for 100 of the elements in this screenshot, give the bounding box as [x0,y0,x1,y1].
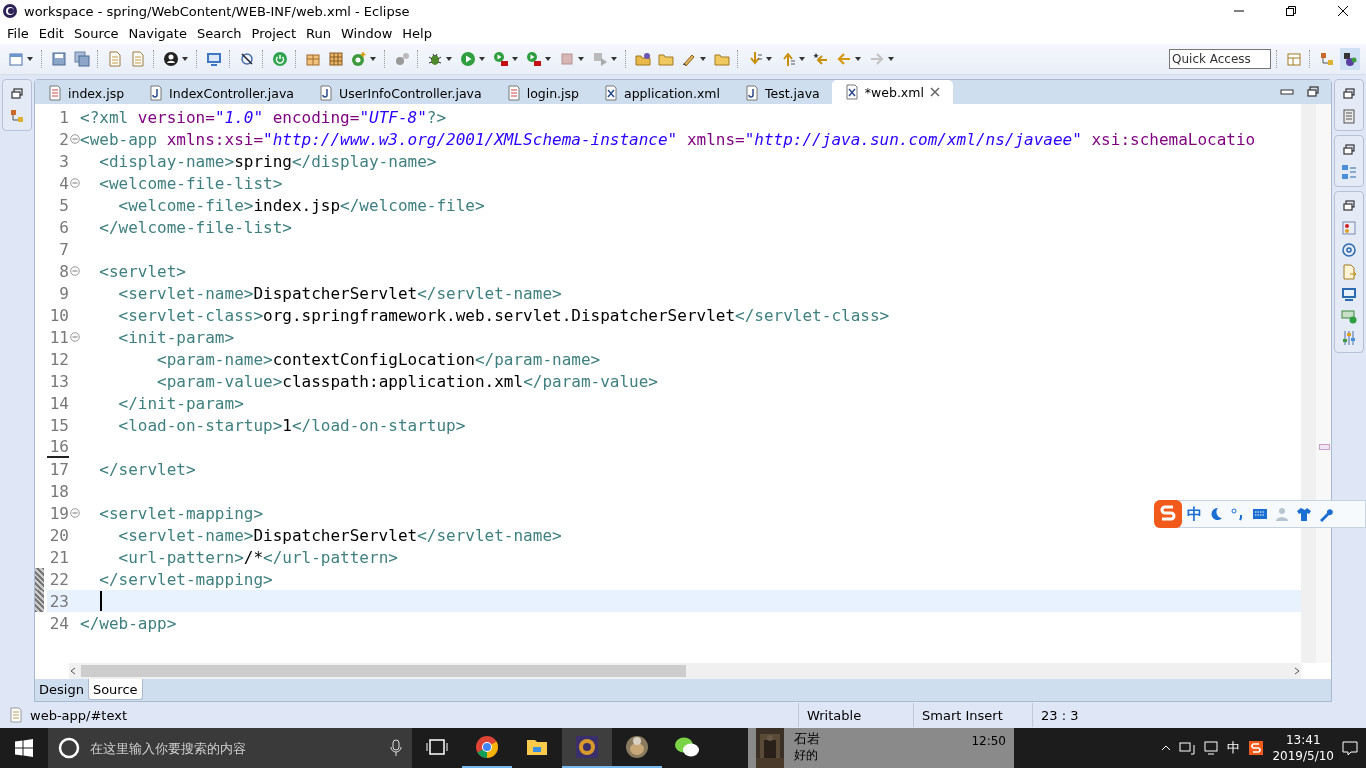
line-number: 13 [48,371,69,391]
search-box[interactable]: 在这里输入你要搜索的内容 [48,728,412,768]
caret-icon[interactable] [181,55,189,63]
line-number: 4 [58,173,69,193]
editor-tab[interactable]: UserInfoController.java [306,82,494,104]
horizontal-scrollbar[interactable] [69,663,1301,679]
message-preview: 好的 [794,747,819,763]
menu-item[interactable]: Window [336,25,398,41]
line-number: 18 [48,481,69,501]
restore-icon[interactable] [1341,142,1357,158]
outline-icon[interactable] [1341,164,1357,180]
menu-item[interactable]: Project [246,25,302,41]
caret-icon[interactable] [854,55,862,63]
code-line: <welcome-file-list> [98,173,283,193]
code-line: <servlet-mapping> [98,503,264,523]
editor-tab[interactable]: Test.java [732,82,832,104]
editor-tab[interactable]: index.jsp [35,82,137,104]
notification-card[interactable]: 石岩 好的 12:50 [748,728,1014,768]
restore-icon[interactable] [9,86,25,102]
caret-icon[interactable] [478,55,486,63]
ime-logo-icon[interactable] [1248,740,1265,756]
menu-item[interactable]: Run [301,25,336,41]
caret-icon[interactable] [511,55,519,63]
caret-icon[interactable] [765,55,773,63]
code-line: <init-param> [117,327,235,347]
shirt-icon[interactable] [1296,506,1312,522]
menu-item[interactable]: Source [68,25,124,41]
folder-icon [635,51,651,67]
page-icon [47,85,63,101]
file-x-icon [843,84,860,100]
editor-tab[interactable]: application.xml [591,82,732,104]
chat-bubbles-icon[interactable] [674,735,700,759]
vertical-scrollbar[interactable] [1301,104,1316,663]
monitor-icon[interactable] [1341,286,1357,302]
close-icon[interactable] [928,86,941,98]
caret-icon[interactable] [699,55,707,63]
collapse-icon[interactable] [69,508,80,518]
collapse-icon[interactable] [69,266,80,276]
menu-item[interactable]: Edit [33,25,69,41]
round-photo-icon[interactable] [625,735,649,759]
caret-icon[interactable] [577,55,585,63]
caret-icon[interactable] [26,55,34,63]
input-mode-toggle[interactable]: 中 [1187,504,1202,524]
file-j-icon [744,85,760,101]
menu-item[interactable]: Navigate [123,25,192,41]
tab-label: UserInfoController.java [339,85,482,101]
restore-icon[interactable] [1341,86,1357,102]
menu-item[interactable]: Help [397,25,437,41]
notifications-icon[interactable] [1342,740,1358,756]
code-line: <servlet-class>org.springframework.web.servlet.DispatcherServlet</servlet-class> [117,305,890,325]
right-chevron-icon [1293,667,1301,675]
code-line: <param-name>contextConfigLocation</param-name> [156,349,601,369]
menu-item[interactable]: Search [191,25,247,41]
server-icon[interactable] [1341,308,1357,324]
caret-icon[interactable] [610,55,618,63]
code-line: <servlet-name>DispatcherServlet</servlet-name> [117,283,562,303]
at-sign-icon[interactable] [1341,242,1357,258]
line-number: 10 [48,305,69,325]
editor-tab[interactable]: login.jsp [493,82,591,104]
collapse-icon[interactable] [69,332,80,342]
markers-icon[interactable] [1341,220,1357,236]
caret-icon[interactable] [798,55,806,63]
caret-icon[interactable] [445,55,453,63]
tab-label: IndexController.java [169,85,294,101]
task-view-icon [426,738,448,756]
restore-icon[interactable] [1341,198,1357,214]
code-line: </servlet> [98,459,196,479]
chrome-icon[interactable] [475,735,499,759]
snippet-icon[interactable] [1341,264,1357,280]
circle-icon[interactable] [58,737,80,759]
sliders-icon[interactable] [1341,330,1357,346]
caret-icon[interactable] [369,55,377,63]
monitor-icon[interactable] [1203,740,1220,756]
microphone-icon[interactable] [390,739,402,757]
text-cursor [100,591,102,611]
chevron-up-icon[interactable] [1161,743,1172,753]
line-number: 6 [58,217,69,237]
editor-mode-tab[interactable]: Source [87,679,143,700]
menu-item[interactable]: File [2,25,34,41]
network-icon[interactable] [1179,740,1196,756]
caret-icon[interactable] [887,55,895,63]
play-toolbox-icon [493,51,509,67]
tab-label: Test.java [765,85,820,101]
collapse-icon[interactable] [69,178,80,188]
hierarchy-icon[interactable] [9,108,25,124]
status-path: web-app/#text [30,707,127,723]
wrench-icon[interactable] [1318,506,1334,522]
quick-access-field[interactable]: Quick Access [1169,49,1271,69]
collapse-icon[interactable] [69,134,80,144]
input-language[interactable]: 中 [1227,739,1241,757]
line-number: 15 [48,415,69,435]
keyboard-icon[interactable] [1252,506,1268,522]
restore-icon[interactable] [1305,84,1321,100]
toolbar-button[interactable] [1340,48,1360,70]
editor-tab[interactable]: *web.xml [831,80,953,104]
clock[interactable]: 13:41 2019/5/10 [1272,732,1334,764]
code-line: <load-on-startup>1</load-on-startup> [117,415,466,435]
slashed-circle-icon [239,51,255,67]
editor-tab[interactable]: IndexController.java [136,82,306,104]
caret-icon[interactable] [544,55,552,63]
